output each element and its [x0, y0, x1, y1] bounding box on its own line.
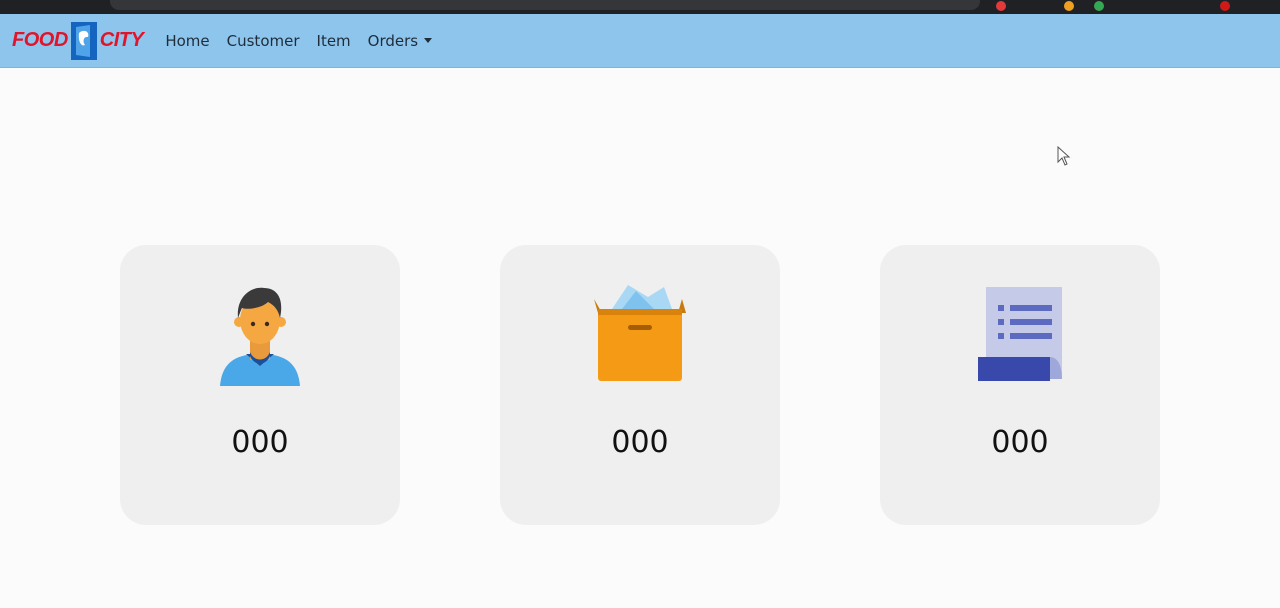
nav-orders-label: Orders — [367, 31, 419, 50]
profile-avatar[interactable] — [1220, 1, 1230, 11]
nav-home[interactable]: Home — [165, 32, 209, 50]
item-count: 000 — [611, 425, 669, 460]
brand-logo[interactable]: FOOD CITY — [12, 20, 144, 62]
box-icon — [500, 281, 780, 387]
browser-tab-strip — [0, 0, 1280, 14]
nav-customer[interactable]: Customer — [227, 32, 300, 50]
mouse-pointer-icon — [1057, 145, 1071, 171]
orders-count: 000 — [991, 425, 1049, 460]
orders-card[interactable]: 000 — [880, 245, 1160, 525]
user-icon — [120, 281, 400, 387]
nav-item[interactable]: Item — [317, 32, 351, 50]
address-bar[interactable] — [110, 0, 980, 10]
nav-orders-dropdown[interactable]: Orders — [367, 31, 433, 50]
extension-icon[interactable] — [996, 1, 1006, 11]
brand-text-right: CITY — [99, 29, 144, 51]
extension-icon[interactable] — [1064, 1, 1074, 11]
receipt-icon — [880, 281, 1160, 387]
nav-links: Home Customer Item Orders — [165, 32, 449, 50]
extension-icon[interactable] — [1094, 1, 1104, 11]
caret-down-icon — [424, 38, 433, 43]
brand-mark-icon — [70, 21, 98, 61]
customer-count: 000 — [231, 425, 289, 460]
brand-text-left: FOOD — [12, 29, 68, 51]
item-card[interactable]: 000 — [500, 245, 780, 525]
navbar: FOOD CITY Home Customer Item Orders — [0, 14, 1280, 68]
customer-card[interactable]: 000 — [120, 245, 400, 525]
